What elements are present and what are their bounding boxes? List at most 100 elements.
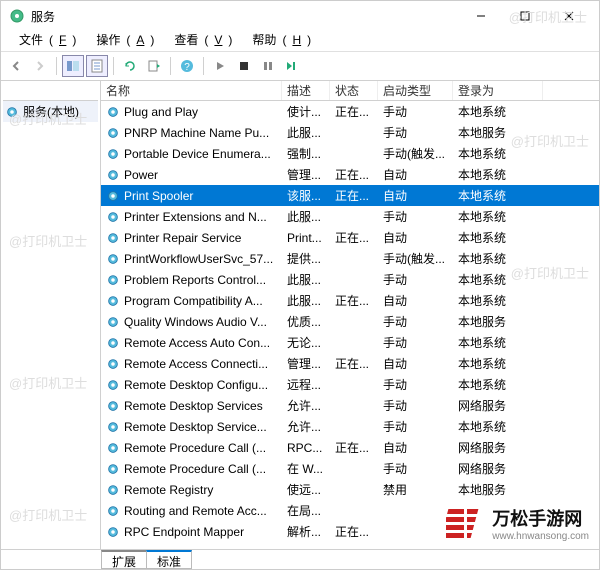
service-row[interactable]: Remote Access Auto Con...无论...手动本地系统 xyxy=(101,332,599,353)
stop-service-button[interactable] xyxy=(233,55,255,77)
menu-file[interactable]: 文件(F) xyxy=(7,31,82,51)
service-row[interactable]: Printer Extensions and N...此服...手动本地系统 xyxy=(101,206,599,227)
column-desc[interactable]: 描述 xyxy=(282,81,330,100)
gear-icon xyxy=(106,252,120,266)
tab-extended[interactable]: 扩展 xyxy=(101,550,147,569)
service-status: 正在... xyxy=(330,523,378,540)
service-name: PrintWorkflowUserSvc_57... xyxy=(124,252,273,266)
refresh-button[interactable] xyxy=(119,55,141,77)
service-row[interactable]: Remote Access Connecti...管理...正在...自动本地系… xyxy=(101,353,599,374)
service-row[interactable]: Quality Windows Audio V...优质...手动本地服务 xyxy=(101,311,599,332)
service-logon: 本地系统 xyxy=(453,355,543,372)
service-startup: 手动 xyxy=(378,313,453,330)
service-row[interactable]: PrintWorkflowUserSvc_57...提供...手动(触发...本… xyxy=(101,248,599,269)
service-row[interactable]: Remote Desktop Service...允许...手动本地系统 xyxy=(101,416,599,437)
service-desc: 此服... xyxy=(282,292,330,309)
column-startup[interactable]: 启动类型 xyxy=(378,81,453,100)
gear-icon xyxy=(106,273,120,287)
forward-button[interactable] xyxy=(29,55,51,77)
service-row[interactable]: Program Compatibility A...此服...正在...自动本地… xyxy=(101,290,599,311)
service-startup: 手动 xyxy=(378,376,453,393)
service-name: Printer Extensions and N... xyxy=(124,210,267,224)
service-name: Print Spooler xyxy=(124,189,193,203)
back-button[interactable] xyxy=(5,55,27,77)
service-desc: 使远... xyxy=(282,481,330,498)
service-logon: 本地系统 xyxy=(453,334,543,351)
service-row[interactable]: Portable Device Enumera...强制...手动(触发...本… xyxy=(101,143,599,164)
service-row[interactable]: Remote Procedure Call (...RPC...正在...自动网… xyxy=(101,437,599,458)
service-name: Remote Desktop Services xyxy=(124,399,263,413)
gear-icon xyxy=(106,378,120,392)
service-row[interactable]: Print Spooler该服...正在...自动本地系统 xyxy=(101,185,599,206)
pause-service-button[interactable] xyxy=(257,55,279,77)
service-desc: 此服... xyxy=(282,124,330,141)
service-desc: 远程... xyxy=(282,376,330,393)
gear-icon xyxy=(106,420,120,434)
minimize-button[interactable] xyxy=(459,2,503,30)
service-row[interactable]: Remote Procedure Call (...在 W...手动网络服务 xyxy=(101,458,599,479)
service-logon: 本地系统 xyxy=(453,103,543,120)
service-startup: 手动 xyxy=(378,208,453,225)
sidebar-services-local[interactable]: 服务(本地) xyxy=(3,101,98,122)
service-row[interactable]: PNRP Machine Name Pu...此服...手动本地服务 xyxy=(101,122,599,143)
service-desc: 在局... xyxy=(282,502,330,519)
service-name: Remote Desktop Service... xyxy=(124,420,267,434)
service-name: Portable Device Enumera... xyxy=(124,147,271,161)
menu-action[interactable]: 操作(A) xyxy=(84,31,160,51)
service-status: 正在... xyxy=(330,355,378,372)
service-status: 正在... xyxy=(330,439,378,456)
service-startup: 自动 xyxy=(378,439,453,456)
service-row[interactable]: Remote Desktop Configu...远程...手动本地系统 xyxy=(101,374,599,395)
gear-icon xyxy=(106,441,120,455)
footer-tabs: 扩展 标准 xyxy=(1,549,599,569)
service-status: 正在... xyxy=(330,103,378,120)
service-row[interactable]: Power管理...正在...自动本地系统 xyxy=(101,164,599,185)
service-status: 正在... xyxy=(330,166,378,183)
service-startup: 自动 xyxy=(378,229,453,246)
service-name: RPC Endpoint Mapper xyxy=(124,525,244,539)
gear-icon xyxy=(106,294,120,308)
service-desc: 优质... xyxy=(282,313,330,330)
service-row[interactable]: Remote Desktop Services允许...手动网络服务 xyxy=(101,395,599,416)
show-hide-tree-button[interactable] xyxy=(62,55,84,77)
service-name: Remote Access Auto Con... xyxy=(124,336,270,350)
column-status[interactable]: 状态 xyxy=(330,81,378,100)
gear-icon xyxy=(106,525,120,539)
service-startup: 自动 xyxy=(378,187,453,204)
service-desc: 允许... xyxy=(282,418,330,435)
service-row[interactable]: Plug and Play使计...正在...手动本地系统 xyxy=(101,101,599,122)
brand-logo-icon xyxy=(446,503,486,543)
service-logon: 本地服务 xyxy=(453,481,543,498)
service-logon: 本地系统 xyxy=(453,145,543,162)
service-logon: 本地系统 xyxy=(453,208,543,225)
service-row[interactable]: Remote Registry使远...禁用本地服务 xyxy=(101,479,599,500)
service-logon: 本地系统 xyxy=(453,418,543,435)
maximize-button[interactable] xyxy=(503,2,547,30)
service-startup: 手动 xyxy=(378,334,453,351)
menu-view[interactable]: 查看(V) xyxy=(162,31,238,51)
start-service-button[interactable] xyxy=(209,55,231,77)
column-name[interactable]: 名称 xyxy=(101,81,282,100)
export-button[interactable] xyxy=(143,55,165,77)
properties-button[interactable] xyxy=(86,55,108,77)
gear-icon xyxy=(106,399,120,413)
service-name: Quality Windows Audio V... xyxy=(124,315,267,329)
brand-url: www.hnwansong.com xyxy=(492,531,589,542)
column-headers: 名称 描述 状态 启动类型 登录为 xyxy=(101,81,599,101)
menu-help[interactable]: 帮助(H) xyxy=(240,31,317,51)
service-row[interactable]: Printer Repair ServicePrint...正在...自动本地系… xyxy=(101,227,599,248)
brand-name: 万松手游网 xyxy=(492,505,589,531)
tab-standard[interactable]: 标准 xyxy=(146,550,192,569)
help-button[interactable]: ? xyxy=(176,55,198,77)
service-logon: 本地系统 xyxy=(453,166,543,183)
svg-text:?: ? xyxy=(184,62,190,73)
column-logon[interactable]: 登录为 xyxy=(453,81,543,100)
service-startup: 手动 xyxy=(378,460,453,477)
service-name: Routing and Remote Acc... xyxy=(124,504,267,518)
service-row[interactable]: Problem Reports Control...此服...手动本地系统 xyxy=(101,269,599,290)
close-button[interactable] xyxy=(547,2,591,30)
gear-icon xyxy=(106,231,120,245)
brand-overlay: 万松手游网 www.hnwansong.com xyxy=(442,501,593,545)
restart-service-button[interactable] xyxy=(281,55,303,77)
service-desc: 使计... xyxy=(282,103,330,120)
